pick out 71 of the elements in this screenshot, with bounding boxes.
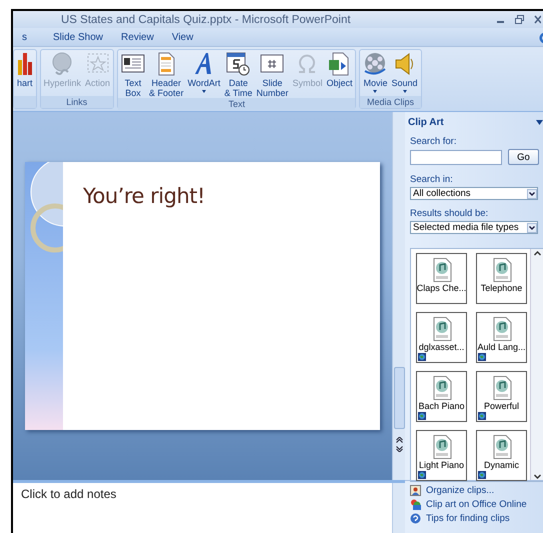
globe-icon bbox=[50, 52, 74, 76]
scrollbar-thumb[interactable] bbox=[394, 367, 404, 429]
ribbon-button[interactable]: WordArt bbox=[186, 52, 222, 98]
clip-tile[interactable]: Powerful bbox=[476, 371, 527, 422]
scrollbar[interactable] bbox=[392, 483, 405, 533]
dropdown-arrow-icon bbox=[527, 222, 537, 232]
sound-file-icon bbox=[492, 258, 512, 282]
previous-slide-icon[interactable] bbox=[396, 437, 402, 443]
ribbon-button[interactable]: Slide Number bbox=[254, 52, 290, 98]
group-label-bar bbox=[14, 96, 36, 108]
ribbon-button[interactable]: Text Box bbox=[119, 52, 148, 98]
sound-file-icon bbox=[432, 435, 452, 459]
ribbon-button[interactable]: Date & Time bbox=[222, 52, 254, 98]
notes-placeholder[interactable]: Click to add notes bbox=[13, 483, 392, 533]
sound-file-icon bbox=[432, 376, 452, 400]
slide-title: You’re right! bbox=[83, 184, 205, 208]
group-label: Links bbox=[40, 96, 114, 108]
scroll-up-icon[interactable] bbox=[532, 249, 542, 258]
office-online-icon bbox=[410, 499, 421, 510]
clip-tile[interactable]: Bach Piano bbox=[416, 371, 467, 422]
organize-clips-icon bbox=[410, 485, 421, 496]
ribbon-tab[interactable]: Review bbox=[112, 29, 163, 45]
ribbon-button[interactable]: Object bbox=[324, 52, 354, 98]
sound-file-icon bbox=[492, 376, 512, 400]
ribbon-button[interactable]: Header & Footer bbox=[147, 52, 186, 98]
window-title: US States and Capitals Quiz.pptx - Microsoft PowerPoint bbox=[61, 14, 352, 26]
slide[interactable]: You’re right! bbox=[25, 162, 380, 430]
collections-dropdown[interactable]: All collections bbox=[410, 187, 538, 200]
film-reel-icon bbox=[363, 52, 388, 76]
media-type-dropdown[interactable]: Selected media file types bbox=[410, 221, 538, 234]
group-label: Text bbox=[118, 98, 356, 110]
clip-tile[interactable]: Auld Lang... bbox=[476, 312, 527, 363]
globe-icon bbox=[418, 353, 426, 361]
clip-tile[interactable]: Dynamic bbox=[476, 430, 527, 481]
field-label: Results should be: bbox=[410, 208, 490, 219]
clip-tile[interactable]: Claps Che... bbox=[416, 253, 467, 304]
chart-icon bbox=[18, 53, 32, 75]
close-icon[interactable] bbox=[534, 15, 541, 24]
clip-tile[interactable]: Telephone bbox=[476, 253, 527, 304]
ribbon-tab[interactable]: s bbox=[13, 29, 36, 45]
dropdown-arrow-icon bbox=[527, 188, 537, 198]
task-link[interactable]: Organize clips... bbox=[426, 485, 494, 496]
go-button[interactable]: Go bbox=[508, 149, 539, 165]
sound-file-icon bbox=[492, 435, 512, 459]
calendar-icon bbox=[226, 52, 250, 76]
ribbon-button[interactable]: hart bbox=[15, 52, 35, 96]
globe-icon bbox=[478, 353, 486, 361]
clip-tile[interactable]: dglxasset... bbox=[416, 312, 467, 363]
globe-icon bbox=[478, 412, 486, 420]
group-label: Media Clips bbox=[360, 96, 421, 108]
task-link[interactable]: Clip art on Office Online bbox=[426, 499, 527, 510]
object-icon bbox=[327, 52, 352, 76]
task-link[interactable]: Tips for finding clips bbox=[426, 513, 510, 524]
scroll-down-icon[interactable] bbox=[532, 472, 542, 481]
sound-file-icon bbox=[432, 317, 452, 341]
restore-icon[interactable] bbox=[515, 15, 524, 24]
ribbon-tab[interactable]: View bbox=[162, 29, 202, 45]
globe-icon bbox=[478, 471, 486, 479]
globe-icon bbox=[418, 412, 426, 420]
next-slide-icon[interactable] bbox=[396, 446, 402, 452]
field-label: Search for: bbox=[410, 136, 458, 147]
sound-file-icon bbox=[432, 258, 452, 282]
field-label: Search in: bbox=[410, 174, 454, 185]
globe-icon bbox=[418, 471, 426, 479]
ribbon-tab[interactable]: Slide Show bbox=[44, 29, 112, 45]
clip-tile[interactable]: Light Piano bbox=[416, 430, 467, 481]
sound-file-icon bbox=[492, 317, 512, 341]
search-field[interactable] bbox=[410, 150, 502, 164]
help-icon bbox=[410, 513, 421, 524]
pane-title: Clip Art bbox=[408, 117, 445, 128]
pane-menu-arrow-icon[interactable] bbox=[536, 120, 543, 125]
